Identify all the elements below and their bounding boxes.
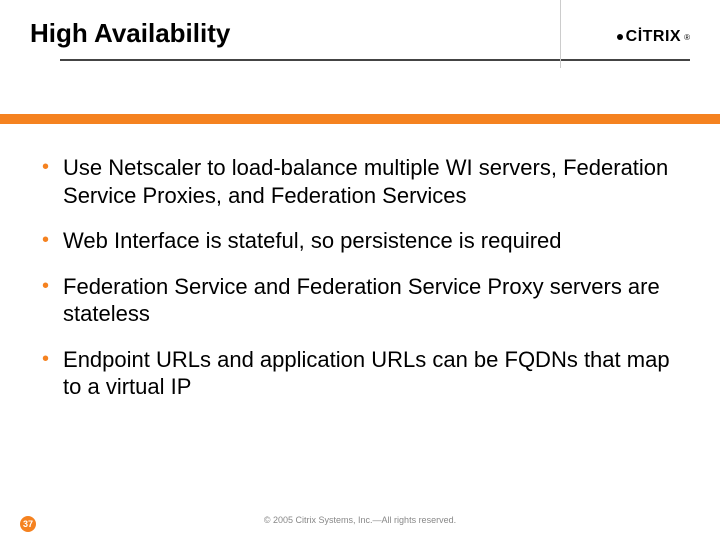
bullet-text: Federation Service and Federation Servic… (63, 273, 678, 328)
logo-dot-icon (617, 34, 623, 40)
list-item: • Web Interface is stateful, so persiste… (42, 227, 678, 255)
bullet-icon: • (42, 154, 49, 180)
header-rule-orange (0, 114, 720, 124)
bullet-text: Web Interface is stateful, so persistenc… (63, 227, 562, 255)
slide-header: High Availability CİTRIX ® (0, 0, 720, 100)
bullet-text: Endpoint URLs and application URLs can b… (63, 346, 678, 401)
copyright-text: © 2005 Citrix Systems, Inc.—All rights r… (264, 515, 456, 525)
bullet-text: Use Netscaler to load-balance multiple W… (63, 154, 678, 209)
list-item: • Endpoint URLs and application URLs can… (42, 346, 678, 401)
logo-text: CİTRIX (626, 28, 681, 46)
slide-footer: © 2005 Citrix Systems, Inc.—All rights r… (0, 510, 720, 528)
header-rule-dark (60, 59, 690, 61)
citrix-logo: CİTRIX ® (617, 28, 690, 46)
bullet-icon: • (42, 273, 49, 299)
header-divider (560, 0, 561, 68)
bullet-icon: • (42, 346, 49, 372)
slide-content: • Use Netscaler to load-balance multiple… (0, 124, 720, 401)
list-item: • Federation Service and Federation Serv… (42, 273, 678, 328)
list-item: • Use Netscaler to load-balance multiple… (42, 154, 678, 209)
registered-icon: ® (684, 33, 690, 42)
bullet-icon: • (42, 227, 49, 253)
